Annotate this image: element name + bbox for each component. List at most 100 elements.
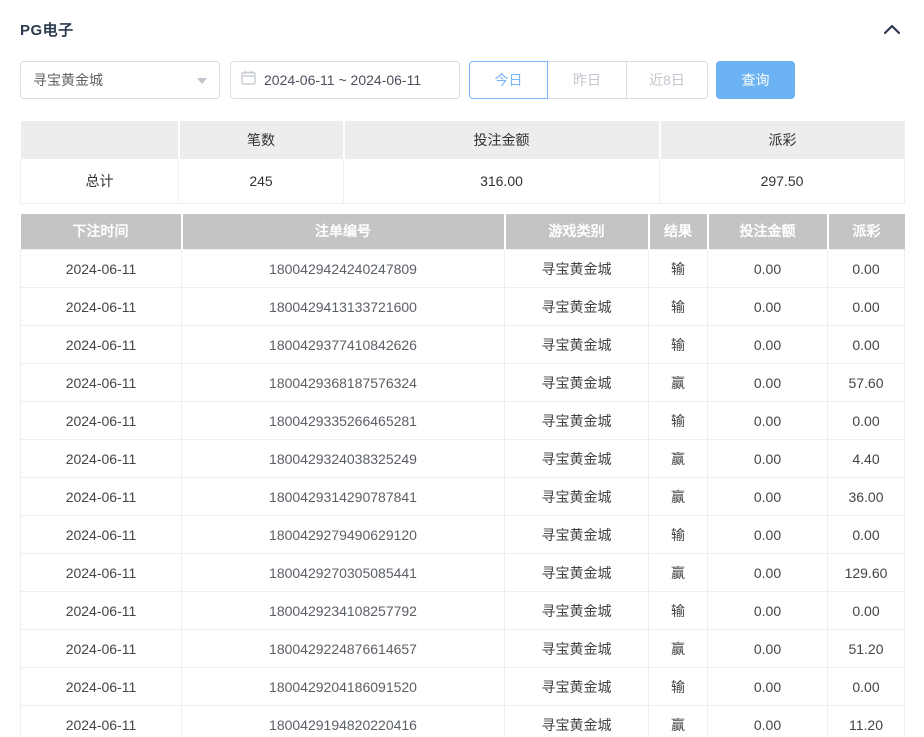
table-cell: 2024-06-11 xyxy=(21,516,182,554)
summary-total-payout: 297.50 xyxy=(660,159,905,203)
table-cell: 0.00 xyxy=(708,554,828,592)
summary-header-blank xyxy=(21,121,179,159)
table-row: 2024-06-111800429324038325249寻宝黄金城赢0.004… xyxy=(21,440,905,478)
tab-today[interactable]: 今日 xyxy=(469,61,548,99)
table-row: 2024-06-111800429224876614657寻宝黄金城赢0.005… xyxy=(21,630,905,668)
table-cell: 0.00 xyxy=(828,326,905,364)
table-cell: 寻宝黄金城 xyxy=(505,668,649,706)
table-cell: 2024-06-11 xyxy=(21,326,182,364)
table-cell: 输 xyxy=(649,250,708,288)
table-row: 2024-06-111800429279490629120寻宝黄金城输0.000… xyxy=(21,516,905,554)
table-cell: 寻宝黄金城 xyxy=(505,478,649,516)
table-cell: 1800429335266465281 xyxy=(182,402,505,440)
bet-table-header-row: 下注时间 注单编号 游戏类别 结果 投注金额 派彩 xyxy=(21,214,905,250)
table-row: 2024-06-111800429314290787841寻宝黄金城赢0.003… xyxy=(21,478,905,516)
date-range-input[interactable]: 2024-06-11 ~ 2024-06-11 xyxy=(230,61,460,99)
table-cell: 0.00 xyxy=(708,326,828,364)
table-cell: 2024-06-11 xyxy=(21,250,182,288)
table-cell: 1800429377410842626 xyxy=(182,326,505,364)
tab-yesterday[interactable]: 昨日 xyxy=(548,61,627,99)
date-range-value: 2024-06-11 ~ 2024-06-11 xyxy=(264,72,421,88)
table-cell: 0.00 xyxy=(828,402,905,440)
table-row: 2024-06-111800429204186091520寻宝黄金城输0.000… xyxy=(21,668,905,706)
table-cell: 1800429194820220416 xyxy=(182,706,505,737)
pg-panel: PG电子 寻宝黄金城 2024-06-11 ~ 2024-06-11 今日 昨日… xyxy=(0,19,924,737)
table-cell: 输 xyxy=(649,668,708,706)
table-cell: 0.00 xyxy=(708,250,828,288)
table-cell: 4.40 xyxy=(828,440,905,478)
table-cell: 0.00 xyxy=(708,364,828,402)
table-cell: 1800429279490629120 xyxy=(182,516,505,554)
table-cell: 寻宝黄金城 xyxy=(505,326,649,364)
col-header-bet-id: 注单编号 xyxy=(182,214,505,250)
table-cell: 0.00 xyxy=(708,478,828,516)
table-cell: 0.00 xyxy=(828,592,905,630)
table-row: 2024-06-111800429377410842626寻宝黄金城输0.000… xyxy=(21,326,905,364)
table-cell: 输 xyxy=(649,402,708,440)
table-cell: 2024-06-11 xyxy=(21,364,182,402)
table-cell: 寻宝黄金城 xyxy=(505,554,649,592)
summary-header-count: 笔数 xyxy=(179,121,344,159)
summary-header-bet-amount: 投注金额 xyxy=(344,121,660,159)
summary-total-bet-amount: 316.00 xyxy=(344,159,660,203)
table-cell: 赢 xyxy=(649,630,708,668)
table-cell: 赢 xyxy=(649,364,708,402)
summary-table: 笔数 投注金额 派彩 总计 245 316.00 297.50 xyxy=(20,121,905,204)
table-cell: 0.00 xyxy=(708,402,828,440)
table-cell: 129.60 xyxy=(828,554,905,592)
table-cell: 寻宝黄金城 xyxy=(505,250,649,288)
game-select[interactable]: 寻宝黄金城 xyxy=(20,61,220,99)
table-cell: 2024-06-11 xyxy=(21,554,182,592)
calendar-icon xyxy=(241,70,256,90)
table-cell: 2024-06-11 xyxy=(21,478,182,516)
table-row: 2024-06-111800429413133721600寻宝黄金城输0.000… xyxy=(21,288,905,326)
table-cell: 2024-06-11 xyxy=(21,592,182,630)
table-cell: 赢 xyxy=(649,478,708,516)
table-cell: 寻宝黄金城 xyxy=(505,364,649,402)
table-cell: 2024-06-11 xyxy=(21,288,182,326)
table-cell: 寻宝黄金城 xyxy=(505,592,649,630)
summary-total-count: 245 xyxy=(179,159,344,203)
table-cell: 1800429324038325249 xyxy=(182,440,505,478)
table-cell: 1800429224876614657 xyxy=(182,630,505,668)
table-cell: 0.00 xyxy=(708,668,828,706)
summary-total-label: 总计 xyxy=(21,159,179,203)
bet-table: 下注时间 注单编号 游戏类别 结果 投注金额 派彩 2024-06-111800… xyxy=(20,214,905,737)
table-cell: 0.00 xyxy=(828,516,905,554)
table-cell: 寻宝黄金城 xyxy=(505,402,649,440)
table-cell: 0.00 xyxy=(828,250,905,288)
table-cell: 1800429413133721600 xyxy=(182,288,505,326)
summary-header-row: 笔数 投注金额 派彩 xyxy=(21,121,905,159)
game-select-value: 寻宝黄金城 xyxy=(33,70,103,90)
table-cell: 0.00 xyxy=(708,288,828,326)
table-cell: 1800429424240247809 xyxy=(182,250,505,288)
table-cell: 赢 xyxy=(649,554,708,592)
table-cell: 0.00 xyxy=(828,288,905,326)
table-cell: 36.00 xyxy=(828,478,905,516)
col-header-bet-time: 下注时间 xyxy=(21,214,182,250)
table-cell: 输 xyxy=(649,516,708,554)
page-title: PG电子 xyxy=(20,19,74,40)
table-cell: 2024-06-11 xyxy=(21,402,182,440)
table-cell: 赢 xyxy=(649,706,708,737)
tab-last-8-days[interactable]: 近8日 xyxy=(627,61,708,99)
summary-header-payout: 派彩 xyxy=(660,121,905,159)
table-cell: 2024-06-11 xyxy=(21,440,182,478)
table-row: 2024-06-111800429424240247809寻宝黄金城输0.000… xyxy=(21,250,905,288)
collapse-button[interactable] xyxy=(880,20,904,40)
table-cell: 1800429368187576324 xyxy=(182,364,505,402)
bet-table-body: 2024-06-111800429424240247809寻宝黄金城输0.000… xyxy=(21,250,905,737)
table-cell: 2024-06-11 xyxy=(21,668,182,706)
table-cell: 0.00 xyxy=(708,592,828,630)
filter-bar: 寻宝黄金城 2024-06-11 ~ 2024-06-11 今日 昨日 近8日 … xyxy=(20,61,904,99)
table-cell: 寻宝黄金城 xyxy=(505,706,649,737)
table-row: 2024-06-111800429368187576324寻宝黄金城赢0.005… xyxy=(21,364,905,402)
col-header-game-type: 游戏类别 xyxy=(505,214,649,250)
table-cell: 寻宝黄金城 xyxy=(505,440,649,478)
query-button[interactable]: 查询 xyxy=(716,61,795,99)
table-cell: 0.00 xyxy=(708,516,828,554)
table-cell: 1800429270305085441 xyxy=(182,554,505,592)
col-header-result: 结果 xyxy=(649,214,708,250)
col-header-payout: 派彩 xyxy=(828,214,905,250)
table-cell: 0.00 xyxy=(828,668,905,706)
